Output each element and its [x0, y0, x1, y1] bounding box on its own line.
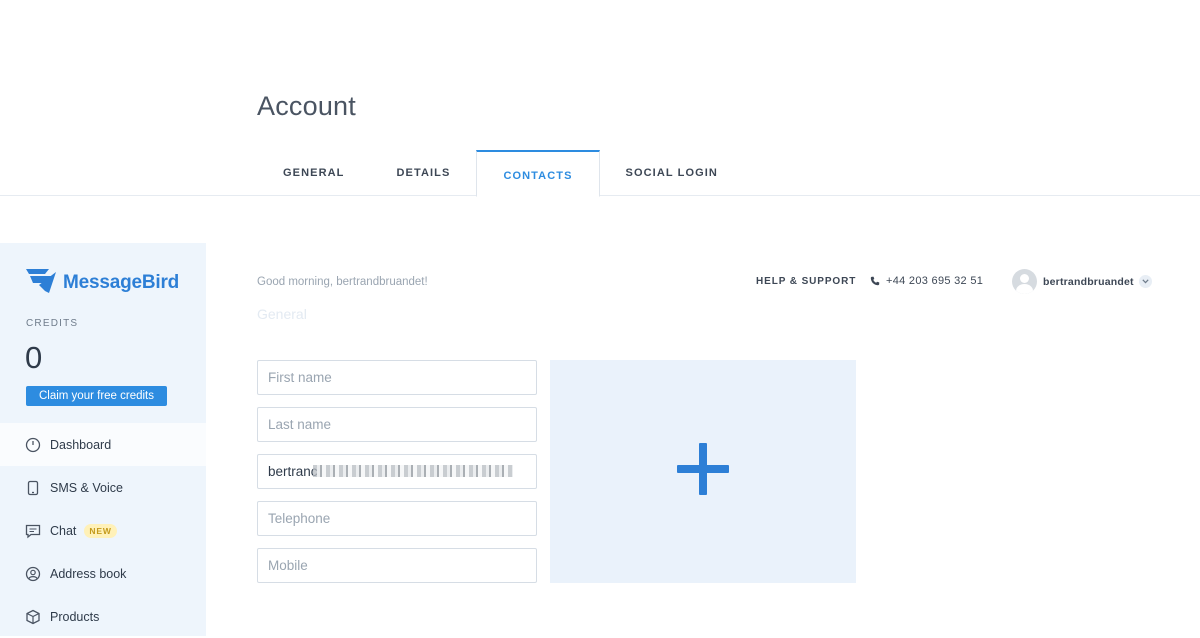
tab-details[interactable]: DETAILS	[370, 150, 476, 196]
tab-general[interactable]: GENERAL	[257, 150, 370, 196]
mobile-field[interactable]	[257, 548, 537, 583]
support-phone[interactable]: +44 203 695 32 51	[870, 275, 983, 287]
credits-value: 0	[25, 340, 43, 375]
user-menu[interactable]: bertrandbruandet	[1012, 269, 1152, 294]
chevron-down-icon	[1138, 275, 1152, 288]
phone-icon	[870, 276, 880, 286]
chat-icon	[24, 522, 41, 539]
box-icon	[24, 608, 41, 625]
sidebar-item-chat[interactable]: Chat NEW	[0, 509, 206, 552]
sidebar-item-address-book[interactable]: Address book	[0, 552, 206, 595]
messagebird-logo-icon	[25, 267, 58, 299]
tab-contacts[interactable]: CONTACTS	[476, 150, 600, 197]
dashboard-icon	[24, 436, 41, 453]
brand-logo[interactable]: MessageBird	[25, 267, 179, 299]
greeting-text: Good morning, bertrandbruandet!	[257, 276, 428, 288]
sidebar-nav: Dashboard SMS & Voice Chat NEW Address b…	[0, 423, 206, 638]
username: bertrandbruandet	[1043, 275, 1134, 288]
plus-icon	[677, 443, 729, 500]
telephone-field[interactable]	[257, 501, 537, 536]
email-field[interactable]	[257, 454, 537, 489]
page-title: Account	[257, 91, 356, 121]
last-name-field[interactable]	[257, 407, 537, 442]
account-tabs: GENERAL DETAILS CONTACTS SOCIAL LOGIN	[257, 150, 744, 197]
new-badge: NEW	[84, 523, 117, 538]
account-header: Account GENERAL DETAILS CONTACTS SOCIAL …	[0, 0, 1200, 197]
sidebar-item-label: Chat	[50, 523, 77, 538]
brand-name: MessageBird	[63, 272, 180, 293]
sidebar-item-label: SMS & Voice	[50, 480, 123, 495]
credits-label: CREDITS	[26, 318, 79, 329]
sidebar-item-products[interactable]: Products	[0, 595, 206, 638]
section-title: General	[257, 306, 307, 322]
sidebar-item-dashboard[interactable]: Dashboard	[0, 423, 206, 466]
help-support-link[interactable]: HELP & SUPPORT	[756, 276, 856, 287]
sidebar-item-sms-voice[interactable]: SMS & Voice	[0, 466, 206, 509]
phone-device-icon	[24, 479, 41, 496]
add-photo-button[interactable]	[550, 360, 856, 583]
phone-number: +44 203 695 32 51	[886, 275, 984, 287]
claim-free-credits-button[interactable]: Claim your free credits	[26, 386, 167, 406]
avatar	[1012, 269, 1037, 294]
sidebar-item-label: Products	[50, 609, 100, 624]
contact-icon	[24, 565, 41, 582]
first-name-field[interactable]	[257, 360, 537, 395]
tab-social-login[interactable]: SOCIAL LOGIN	[600, 150, 744, 196]
sidebar-item-label: Dashboard	[50, 437, 112, 452]
sidebar-item-label: Address book	[50, 566, 127, 581]
